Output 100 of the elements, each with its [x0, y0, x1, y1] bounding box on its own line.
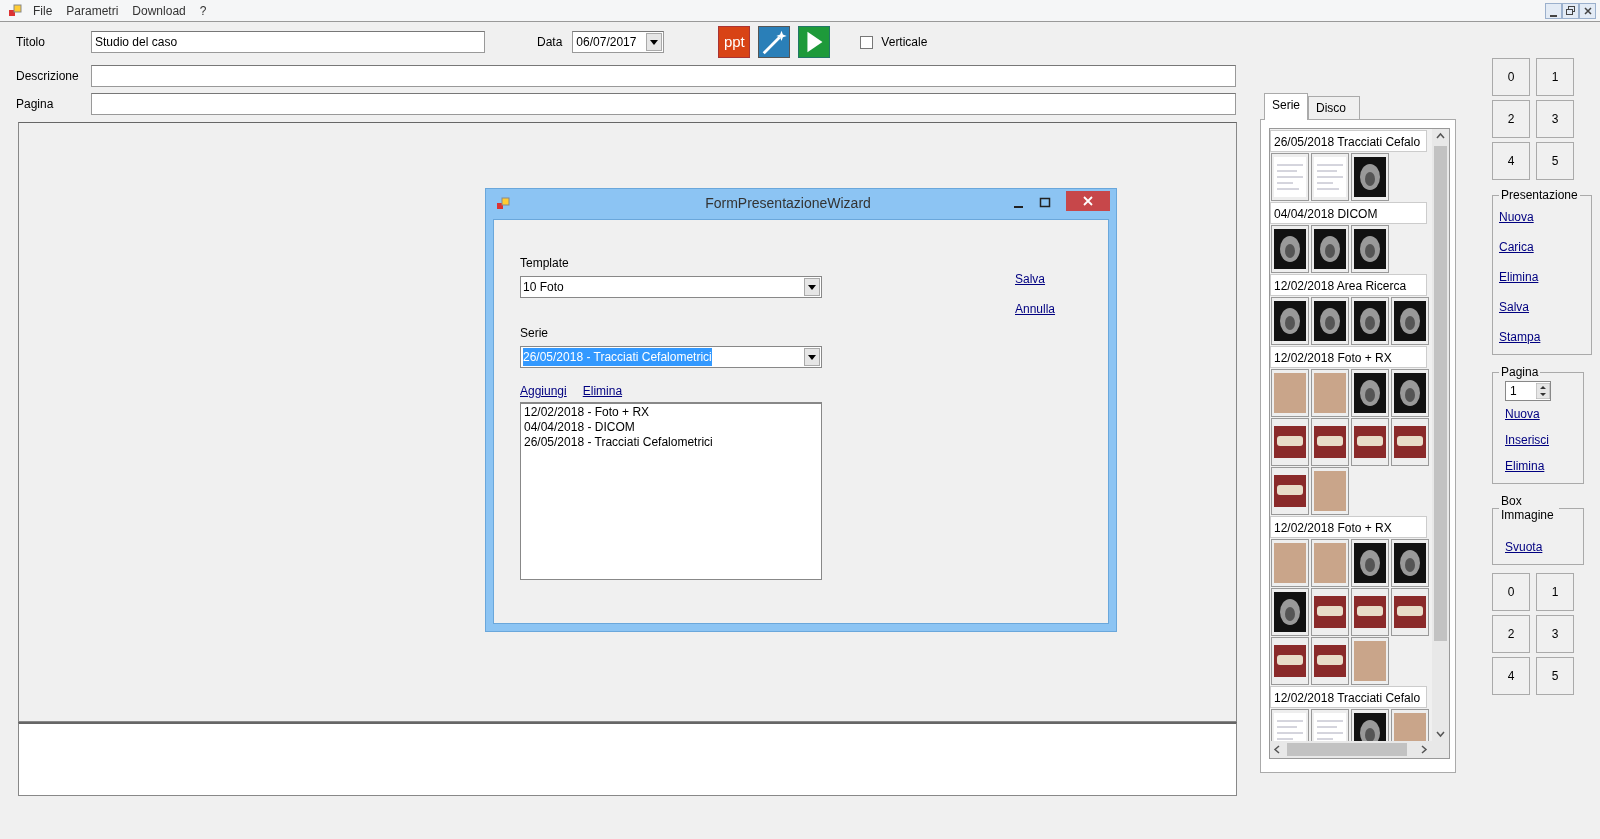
series-header[interactable]: 12/02/2018 Area Ricerca: [1270, 274, 1427, 296]
thumbnail[interactable]: [1311, 297, 1349, 345]
xray-thumbnail: [1394, 301, 1426, 341]
list-item[interactable]: 26/05/2018 - Tracciati Cefalometrici: [524, 435, 818, 450]
list-item[interactable]: 04/04/2018 - DICOM: [524, 420, 818, 435]
dropdown-button[interactable]: [804, 348, 820, 366]
thumbnail[interactable]: [1271, 418, 1309, 466]
thumbnail[interactable]: [1391, 297, 1429, 345]
thumbnail[interactable]: [1391, 539, 1429, 587]
vertical-scrollbar[interactable]: [1432, 129, 1449, 741]
number-button[interactable]: 5: [1536, 657, 1574, 695]
number-button[interactable]: 3: [1536, 100, 1574, 138]
thumbnail[interactable]: [1271, 153, 1309, 201]
template-dropdown[interactable]: 10 Foto: [520, 276, 822, 298]
thumbnail[interactable]: [1271, 637, 1309, 685]
number-button[interactable]: 0: [1492, 573, 1530, 611]
field-label: Serie: [520, 325, 549, 342]
number-button[interactable]: 2: [1492, 100, 1530, 138]
description-field[interactable]: [91, 65, 1236, 87]
thumbnail[interactable]: [1311, 418, 1349, 466]
number-button[interactable]: 5: [1536, 142, 1574, 180]
link[interactable]: Elimina: [1499, 268, 1585, 286]
thumbnail[interactable]: [1351, 369, 1389, 417]
title-field[interactable]: Studio del caso: [91, 31, 485, 53]
series-header[interactable]: 12/02/2018 Tracciati Cefalo: [1270, 686, 1427, 708]
page-spinner[interactable]: 1: [1505, 381, 1551, 401]
thumbnail[interactable]: [1271, 225, 1309, 273]
close-button[interactable]: [1066, 190, 1110, 211]
thumbnail[interactable]: [1311, 225, 1349, 273]
thumbnail[interactable]: [1391, 418, 1429, 466]
powerpoint-button[interactable]: ppt: [718, 26, 751, 58]
series-listbox[interactable]: 12/02/2018 - Foto + RX 04/04/2018 - DICOM 26/05/2018 - Tracciati Cefalometrici: [520, 402, 822, 580]
link[interactable]: Elimina: [1505, 457, 1577, 475]
thumbnail[interactable]: [1391, 588, 1429, 636]
list-item[interactable]: 12/02/2018 - Foto + RX: [524, 405, 818, 420]
link[interactable]: Nuova: [1499, 208, 1585, 226]
thumbnail[interactable]: [1271, 588, 1309, 636]
menu-item[interactable]: Download: [125, 1, 193, 20]
thumbnail[interactable]: [1311, 369, 1349, 417]
dropdown-button[interactable]: [804, 278, 820, 296]
spin-arrows-icon[interactable]: [1536, 383, 1550, 399]
menu-item[interactable]: ?: [192, 1, 214, 20]
thumbnail[interactable]: [1351, 225, 1389, 273]
thumbnail[interactable]: [1351, 153, 1389, 201]
thumbnail[interactable]: [1311, 637, 1349, 685]
link[interactable]: Salva: [1015, 270, 1056, 288]
link[interactable]: Inserisci: [1505, 431, 1577, 449]
thumbnail[interactable]: [1391, 369, 1429, 417]
checkbox[interactable]: [860, 35, 874, 49]
minimize-button[interactable]: [1545, 2, 1562, 19]
link[interactable]: Elimina: [582, 382, 623, 400]
number-button[interactable]: 4: [1492, 657, 1530, 695]
thumbnail[interactable]: [1351, 637, 1389, 685]
thumbnail[interactable]: [1271, 369, 1309, 417]
thumbnail[interactable]: [1311, 467, 1349, 515]
number-button[interactable]: 1: [1536, 573, 1574, 611]
number-button[interactable]: 4: [1492, 142, 1530, 180]
series-header[interactable]: 12/02/2018 Foto + RX: [1270, 516, 1427, 538]
group-title: Presentazione: [1500, 188, 1579, 202]
number-button[interactable]: 2: [1492, 615, 1530, 653]
xray-thumbnail: [1314, 301, 1346, 341]
thumbnail[interactable]: [1271, 539, 1309, 587]
series-header[interactable]: 12/02/2018 Foto + RX: [1270, 346, 1427, 368]
thumbnail[interactable]: [1271, 467, 1309, 515]
thumbnail[interactable]: [1351, 418, 1389, 466]
menu-item[interactable]: Parametri: [59, 1, 126, 20]
link[interactable]: Svuota: [1505, 538, 1577, 556]
link[interactable]: Annulla: [1015, 300, 1056, 318]
link[interactable]: Nuova: [1505, 405, 1577, 423]
restore-button[interactable]: [1562, 2, 1579, 19]
xray-thumbnail: [1274, 229, 1306, 269]
date-value: 06/07/2017: [576, 34, 638, 50]
photo-placeholder: [1314, 471, 1346, 511]
number-button[interactable]: 1: [1536, 58, 1574, 96]
link[interactable]: Stampa: [1499, 328, 1585, 346]
date-field[interactable]: 06/07/2017: [572, 31, 665, 53]
thumbnail[interactable]: [1311, 539, 1349, 587]
magic-wand-icon[interactable]: [758, 26, 791, 58]
play-icon[interactable]: [798, 26, 831, 58]
close-button[interactable]: [1579, 2, 1596, 19]
thumbnail[interactable]: [1351, 539, 1389, 587]
link[interactable]: Aggiungi: [520, 382, 567, 400]
thumbnail[interactable]: [1311, 153, 1349, 201]
thumbnail[interactable]: [1271, 297, 1309, 345]
tab[interactable]: Disco: [1308, 96, 1360, 119]
link[interactable]: Carica: [1499, 238, 1585, 256]
tab[interactable]: Serie: [1264, 93, 1308, 120]
thumbnail[interactable]: [1351, 588, 1389, 636]
thumbnail[interactable]: [1351, 297, 1389, 345]
horizontal-scrollbar[interactable]: [1270, 741, 1449, 758]
xray-thumbnail: [1354, 157, 1386, 197]
number-button[interactable]: 0: [1492, 58, 1530, 96]
thumbnail[interactable]: [1311, 588, 1349, 636]
page-field[interactable]: [91, 93, 1236, 115]
menu-item[interactable]: File: [26, 1, 60, 20]
dropdown-button[interactable]: [646, 33, 663, 51]
number-button[interactable]: 3: [1536, 615, 1574, 653]
link[interactable]: Salva: [1499, 298, 1585, 316]
series-header[interactable]: 26/05/2018 Tracciati Cefalo: [1270, 130, 1427, 152]
series-header[interactable]: 04/04/2018 DICOM: [1270, 202, 1427, 224]
